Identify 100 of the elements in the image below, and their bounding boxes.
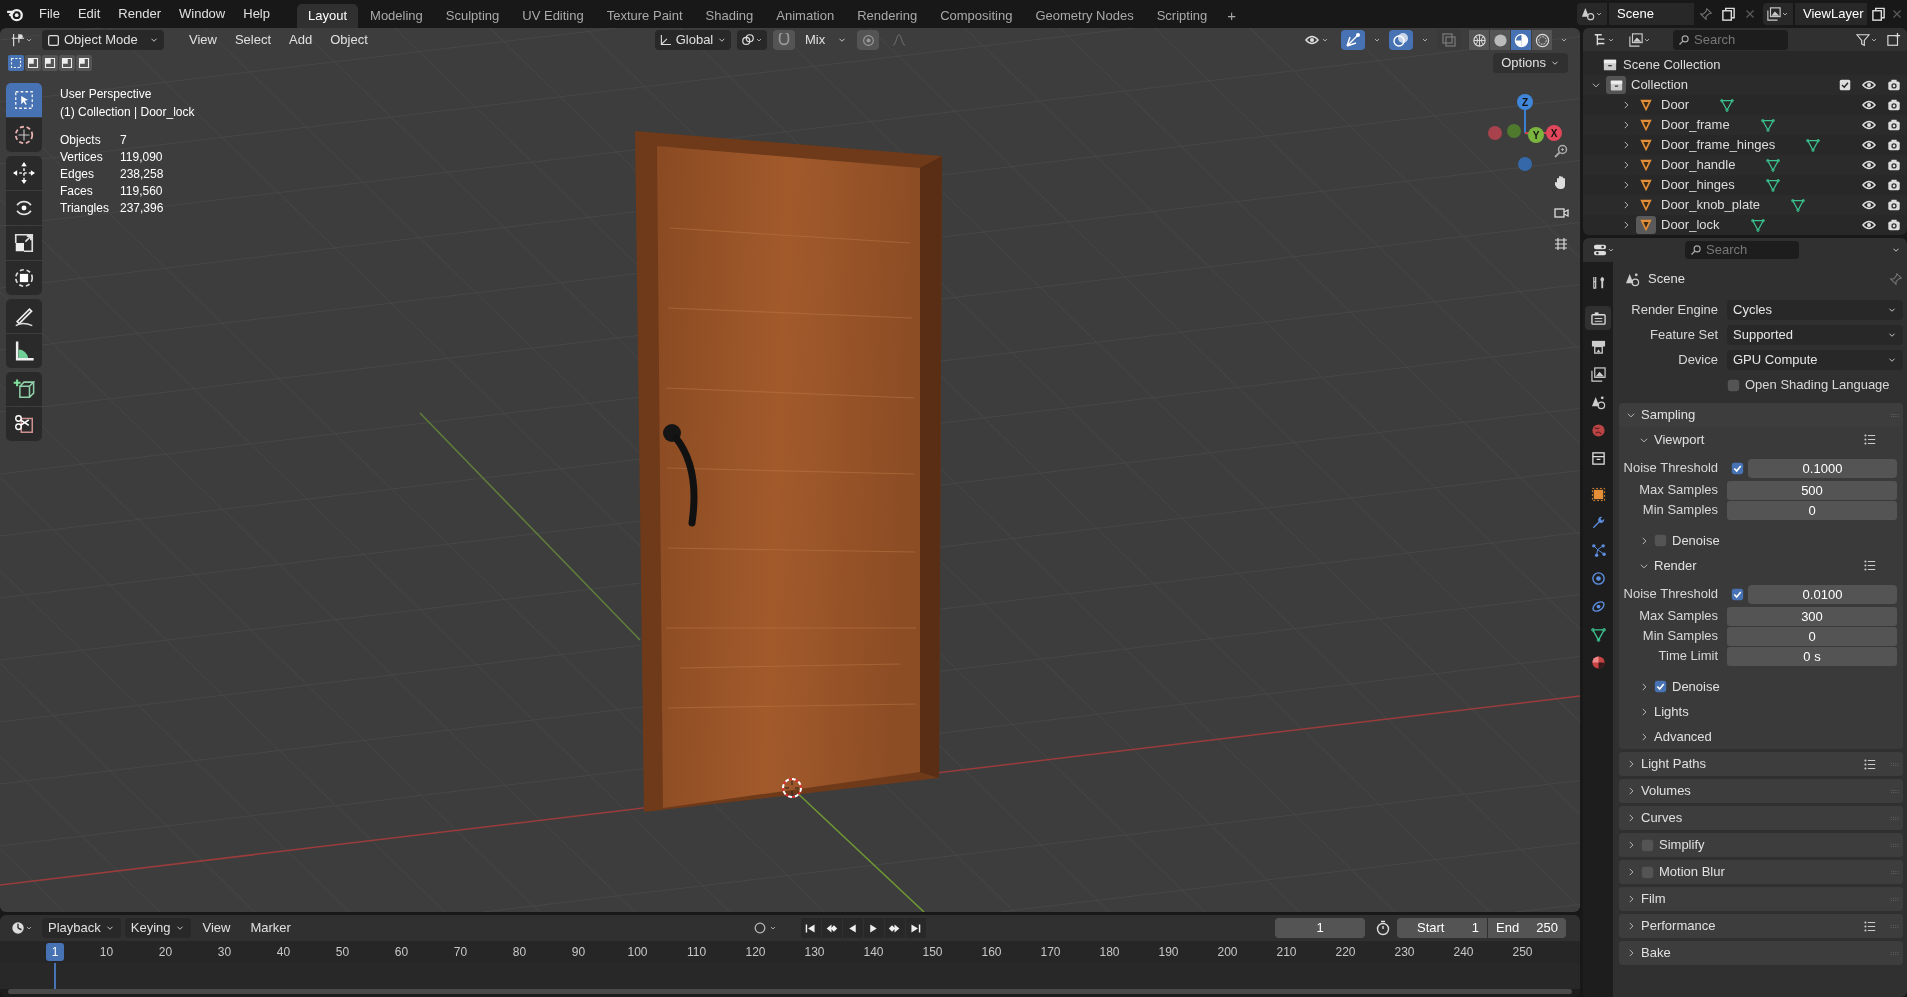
frame-number: 130 (803, 944, 826, 961)
tree-item-label[interactable]: Collection (1631, 75, 1689, 95)
menu-item[interactable]: View (180, 30, 226, 50)
select-field[interactable]: Supported (1727, 325, 1903, 345)
workspace-tab[interactable]: Compositing (929, 4, 1024, 28)
field-label: Min Samples (1641, 501, 1719, 520)
scene-name-field[interactable]: Scene (1609, 3, 1694, 25)
number-field[interactable]: 500 (1727, 480, 1897, 500)
frame-number: 10 (98, 944, 115, 961)
orientation-dropdown[interactable]: Global (655, 30, 731, 50)
axis-handle[interactable]: X (1546, 125, 1562, 141)
stat-label: Edges (60, 166, 96, 181)
view-layer-name-field[interactable]: ViewLayer (1795, 3, 1867, 25)
workspace-tab[interactable]: Rendering (846, 4, 929, 28)
subpanel-title[interactable]: Render (1654, 555, 1697, 576)
field-label: Max Samples (1638, 607, 1719, 626)
field-label: Render Engine (1630, 301, 1719, 320)
frame-number: 60 (393, 944, 410, 961)
number-field[interactable]: 0 (1727, 626, 1897, 646)
workspace-tab[interactable]: UV Editing (511, 4, 595, 28)
workspace-tab[interactable]: Animation (765, 4, 846, 28)
workspace-tab[interactable]: Sculpting (434, 4, 511, 28)
menu-item[interactable]: Help (234, 3, 279, 25)
end-frame-field[interactable]: End 250 (1488, 918, 1566, 938)
subpanel-title[interactable]: Viewport (1654, 429, 1705, 450)
stat-value: 7 (120, 132, 128, 147)
tree-item-label[interactable]: Door_handle (1661, 155, 1736, 175)
tree-item-label[interactable]: Door_frame_hinges (1661, 135, 1776, 155)
start-frame-field[interactable]: Start 1 (1397, 918, 1487, 938)
number-field[interactable]: 0 s (1727, 646, 1897, 666)
context-title: Scene (1648, 270, 1685, 289)
search-field[interactable]: Search (1673, 29, 1788, 50)
stat-label: Vertices (60, 149, 104, 164)
frame-number: 170 (1039, 944, 1062, 961)
number-field[interactable]: 0 (1727, 500, 1897, 520)
panel-title[interactable]: Light Paths (1641, 754, 1707, 774)
stat-value: 119,090 (120, 149, 164, 164)
stat-label: Triangles (60, 200, 110, 215)
tree-item-label[interactable]: Scene Collection (1623, 55, 1721, 75)
view-name-text: User Perspective (60, 86, 153, 103)
select-field[interactable]: GPU Compute (1727, 350, 1903, 370)
menu-item[interactable]: Window (170, 3, 235, 25)
menu-item[interactable]: File (30, 3, 69, 25)
panel-title[interactable]: Sampling (1641, 405, 1696, 425)
panel-title[interactable]: Film (1641, 889, 1666, 909)
select-field[interactable]: Cycles (1727, 300, 1903, 320)
menu-dropdown[interactable]: Playback (42, 918, 121, 938)
frame-number: 50 (334, 944, 351, 961)
tree-item-label[interactable]: Door_hinges (1661, 175, 1735, 195)
frame-number: 160 (980, 944, 1003, 961)
snap-target-dropdown[interactable]: Mix (801, 30, 851, 50)
field-label: Noise Threshold (1622, 585, 1719, 604)
tree-item-label[interactable]: Door_lock (1661, 215, 1720, 235)
axis-handle[interactable]: Z (1517, 94, 1533, 110)
workspace-tab[interactable]: Texture Paint (595, 4, 694, 28)
subpanel-title[interactable]: Lights (1654, 701, 1689, 722)
subpanel-title[interactable]: Denoise (1672, 676, 1720, 697)
field-value: 250 (1536, 919, 1558, 938)
axis-handle[interactable]: Y (1528, 127, 1544, 143)
menu-item[interactable]: Edit (68, 3, 110, 25)
frame-number: 220 (1334, 944, 1357, 961)
number-field[interactable]: 300 (1727, 606, 1897, 626)
panel-title[interactable]: Bake (1641, 943, 1671, 963)
workspace-tab[interactable]: Shading (694, 4, 765, 28)
frame-number: 210 (1275, 944, 1298, 961)
search-field[interactable]: Search (1685, 241, 1799, 259)
subpanel-title[interactable]: Advanced (1654, 726, 1712, 747)
menu-item[interactable]: Object (321, 30, 377, 50)
menu-item[interactable]: Marker (242, 918, 299, 938)
workspace-tab[interactable]: Modeling (359, 4, 434, 28)
frame-number: 110 (685, 944, 708, 961)
stat-label: Objects (60, 132, 102, 147)
panel-title[interactable]: Volumes (1641, 781, 1691, 801)
menu-item[interactable]: Render (109, 3, 170, 25)
workspace-tab[interactable]: Geometry Nodes (1024, 4, 1145, 28)
current-frame-field[interactable]: 1 (1275, 918, 1365, 938)
menu-item[interactable]: Add (280, 30, 322, 50)
field-label: Device (1677, 351, 1719, 370)
subpanel-title[interactable]: Denoise (1672, 530, 1720, 551)
tree-item-label[interactable]: Door_frame (1661, 115, 1730, 135)
panel-title[interactable]: Simplify (1659, 835, 1705, 855)
field-label: Start (1417, 919, 1445, 938)
number-field[interactable]: 0.1000 (1748, 458, 1897, 478)
add-workspace-button[interactable]: + (1219, 4, 1244, 28)
stat-label: Faces (60, 183, 94, 198)
panel-title[interactable]: Curves (1641, 808, 1683, 828)
number-field[interactable]: 0.0100 (1748, 584, 1897, 604)
menu-item[interactable]: View (194, 918, 239, 938)
tree-item-label[interactable]: Door_knob_plate (1661, 195, 1761, 215)
checkbox-label: Open Shading Language (1745, 376, 1890, 395)
tree-item-label[interactable]: Door (1661, 95, 1690, 115)
workspace-tab[interactable]: Layout (297, 4, 359, 28)
panel-title[interactable]: Motion Blur (1659, 862, 1725, 882)
mode-dropdown[interactable]: Object Mode (42, 30, 164, 50)
workspace-tab[interactable]: Scripting (1145, 4, 1219, 28)
stat-value: 237,396 (120, 200, 165, 215)
menu-dropdown[interactable]: Keying (124, 918, 191, 938)
options-dropdown[interactable]: Options (1493, 53, 1568, 73)
menu-item[interactable]: Select (225, 30, 281, 50)
playhead-frame-marker[interactable]: 1 (46, 943, 64, 961)
